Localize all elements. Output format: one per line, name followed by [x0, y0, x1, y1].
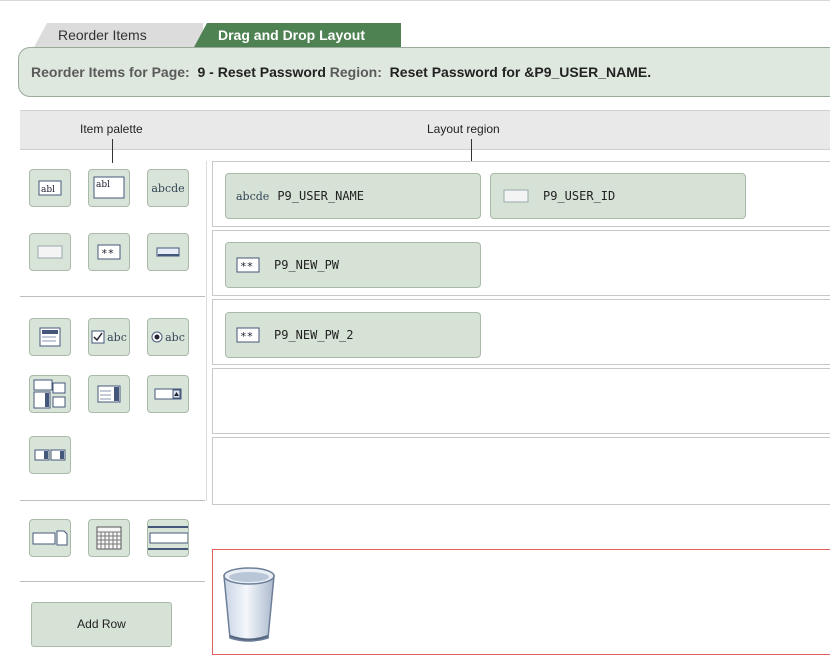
layout-row-3[interactable]: ** P9_NEW_PW_2 [212, 299, 830, 365]
display-text-icon[interactable]: abcde [147, 169, 189, 207]
page-label: Reorder Items for Page: [31, 64, 190, 80]
palette-divider [206, 161, 207, 501]
layout-row-1[interactable]: abcde P9_USER_NAME P9_USER_ID [212, 161, 830, 227]
page-value: 9 - Reset Password [197, 64, 326, 80]
multi-select-icon[interactable] [29, 436, 71, 474]
layout-item-p9-user-name[interactable]: abcde P9_USER_NAME [225, 173, 481, 219]
palette-separator [20, 500, 205, 501]
add-row-button[interactable]: Add Row [31, 602, 172, 647]
layout-row-5[interactable] [212, 437, 830, 505]
password-icon[interactable]: ** [88, 233, 130, 271]
checkbox-text: abc [107, 330, 127, 344]
svg-text:**: ** [240, 330, 253, 343]
stop-start-icon[interactable] [147, 519, 189, 557]
abcde-label: abcde [151, 181, 185, 195]
layout-item-p9-user-id[interactable]: P9_USER_ID [490, 173, 746, 219]
hidden-item-icon[interactable] [29, 233, 71, 271]
item-label: P9_NEW_PW_2 [274, 328, 354, 342]
palette-pointer-line [112, 139, 113, 163]
palette-separator [20, 581, 205, 582]
region-value: Reset Password for &P9_USER_NAME. [389, 64, 652, 80]
popup-lov-icon[interactable] [147, 375, 189, 413]
button-icon[interactable] [147, 233, 189, 271]
item-label: P9_NEW_PW [274, 258, 340, 272]
textarea-icon[interactable] [29, 318, 71, 356]
password-icon: ** [236, 327, 260, 343]
checkbox-icon[interactable]: abc [88, 318, 130, 356]
tab-drag-and-drop-layout[interactable]: Drag and Drop Layout [193, 23, 401, 49]
password-icon: ** [236, 257, 260, 273]
trash-drop-zone[interactable] [212, 549, 830, 655]
trash-can-icon[interactable] [221, 566, 277, 647]
layout-region-heading: Layout region [427, 122, 500, 136]
layout-row-2[interactable]: ** P9_NEW_PW [212, 230, 830, 296]
item-palette-heading: Item palette [80, 122, 143, 136]
select-list-icon[interactable] [88, 375, 130, 413]
radio-text: abc [165, 330, 185, 344]
abl-label: abl [96, 180, 110, 190]
tab-reorder-items[interactable]: Reorder Items [33, 23, 203, 49]
shuttle-icon[interactable] [29, 375, 71, 413]
page-region-info-bar: Reorder Items for Page: 9 - Reset Passwo… [18, 47, 830, 97]
layout-item-p9-new-pw[interactable]: ** P9_NEW_PW [225, 242, 481, 288]
palette-separator [20, 296, 205, 297]
date-picker-icon[interactable] [88, 519, 130, 557]
display-text-icon: abcde [236, 189, 270, 203]
drag-drop-layout-page: Reorder Items Drag and Drop Layout Reord… [0, 0, 830, 667]
abl-label: abl [41, 185, 55, 195]
text-field-icon[interactable]: abl [29, 169, 71, 207]
radio-icon[interactable]: abc [147, 318, 189, 356]
item-label: P9_USER_NAME [277, 189, 365, 203]
text-field-editable-icon[interactable]: abl [88, 169, 130, 207]
region-label: Region: [329, 64, 382, 80]
item-label: P9_USER_ID [543, 189, 616, 203]
layout-row-4[interactable] [212, 368, 830, 434]
file-browse-icon[interactable] [29, 519, 71, 557]
svg-text:**: ** [101, 247, 114, 260]
svg-text:**: ** [240, 260, 253, 273]
hidden-item-icon [503, 189, 529, 203]
layout-item-p9-new-pw-2[interactable]: ** P9_NEW_PW_2 [225, 312, 481, 358]
